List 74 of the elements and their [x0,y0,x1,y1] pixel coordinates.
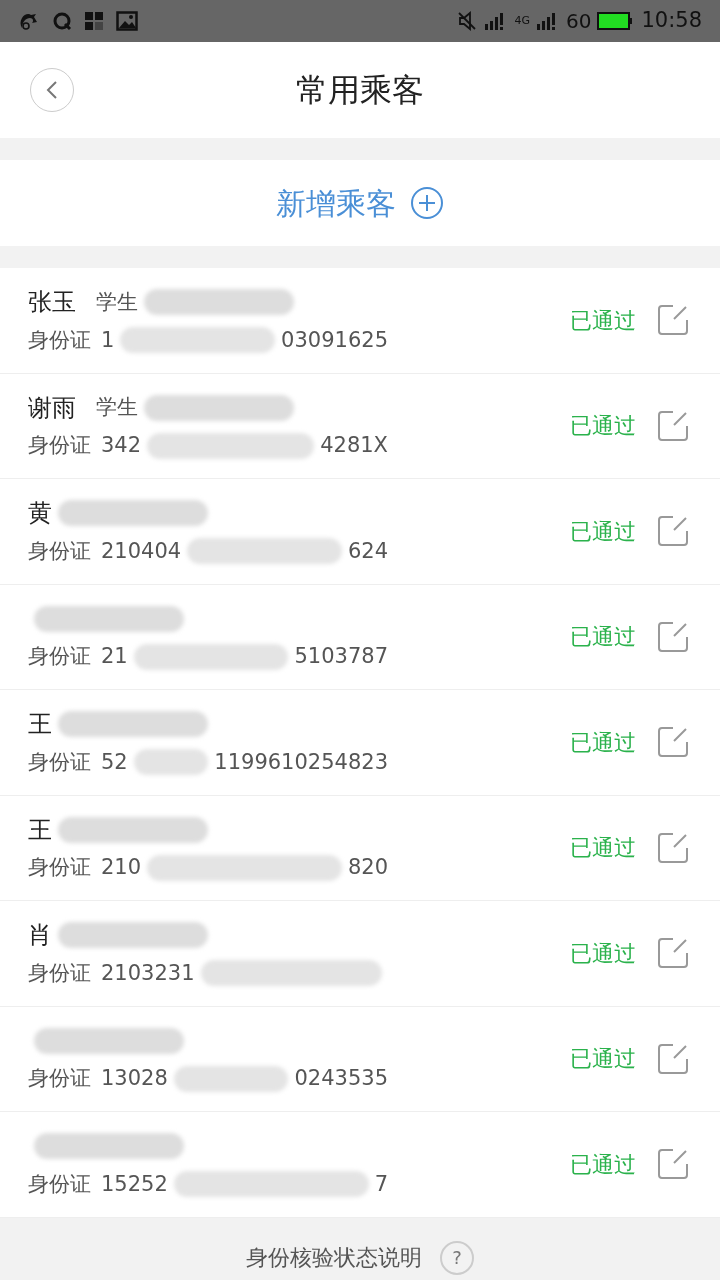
edit-icon [657,304,689,337]
edit-icon [657,409,689,442]
passenger-name: 谢雨 [28,392,76,424]
page-title: 常用乘客 [296,70,424,111]
id-type-label: 身份证 [28,854,91,881]
passenger-name: 肖 [28,920,52,952]
verification-status: 已通过 [570,939,636,968]
network-type: 4G [514,12,530,29]
id-number: 624 [347,537,388,565]
passenger-type: 学生 [96,394,138,421]
passenger-name: 张玉 [28,287,76,319]
id-number: 15252 [101,1170,168,1198]
verification-status: 已通过 [570,517,636,546]
edit-icon [657,726,689,759]
battery-level: 60 [566,8,592,35]
id-number: 2103231 [101,959,195,987]
edit-button[interactable] [656,936,690,971]
passenger-name: 王 [28,814,52,846]
plus-icon [410,186,444,220]
verification-status: 已通过 [570,623,636,652]
edit-icon [657,515,689,548]
edit-button[interactable] [656,303,690,338]
edit-button[interactable] [656,514,690,549]
id-number: 0243535 [294,1065,388,1092]
edit-icon [657,620,689,653]
edit-icon [657,937,689,970]
edit-button[interactable] [656,830,690,865]
id-type-label: 身份证 [28,748,91,776]
id-type-label: 身份证 [28,326,91,354]
edit-button[interactable] [656,1041,690,1076]
id-number: 210404 [101,537,182,565]
id-type-label: 身份证 [28,432,91,459]
passenger-name: 王 [28,709,52,741]
id-number: 342 [101,432,142,459]
id-number: 1199610254823 [214,748,388,776]
edit-icon [657,1148,689,1181]
q-icon [52,11,72,31]
id-number: 210 [101,854,142,881]
id-number: 13028 [101,1065,168,1092]
add-passenger-button[interactable]: 新增乘客 [0,160,720,246]
verification-status: 已通过 [570,412,636,441]
edit-icon [657,831,689,864]
id-number: 21 [101,643,128,670]
id-number: 820 [347,854,388,881]
edit-icon [657,1042,689,1075]
verification-status: 已通过 [570,1045,636,1074]
id-type-label: 身份证 [28,643,91,670]
edit-button[interactable] [656,725,690,760]
id-number: 7 [374,1170,388,1198]
id-type-label: 身份证 [28,959,91,987]
id-type-label: 身份证 [28,1170,91,1198]
verification-info-link[interactable]: 身份核验状态说明 [246,1241,422,1274]
verification-status: 已通过 [570,1150,636,1179]
image-icon [116,11,138,31]
id-number: 5103787 [294,643,388,670]
verification-status: 已通过 [570,834,636,863]
edit-button[interactable] [656,1147,690,1182]
help-button[interactable]: ? [440,1240,474,1275]
id-number: 4281X [320,432,388,459]
id-type-label: 身份证 [28,537,91,565]
id-number: 1 [101,326,115,354]
verification-status: 已通过 [570,306,636,335]
verification-status: 已通过 [570,728,636,757]
id-number: 52 [101,748,128,776]
clock: 10:58 [641,7,702,35]
passenger-type: 学生 [96,288,138,316]
edit-button[interactable] [656,619,690,654]
back-icon [45,80,59,100]
grid-icon [84,11,104,31]
battery-icon [597,11,634,31]
edit-button[interactable] [656,408,690,443]
passenger-name: 黄 [28,498,52,530]
id-type-label: 身份证 [28,1065,91,1092]
id-number: 03091625 [281,326,388,354]
